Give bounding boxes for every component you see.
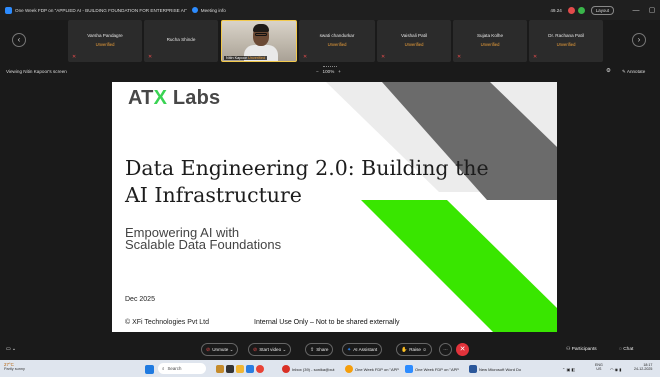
slide-subtitle: Empowering AI with Scalable Data Foundat… xyxy=(125,225,282,252)
toolbar-menu-icon[interactable]: ▭ ⌄ xyxy=(6,347,16,352)
file-explorer-icon xyxy=(236,365,244,373)
participant-name: Dr. Rachana Patil xyxy=(548,33,584,38)
muted-mic-icon: ✕ xyxy=(303,54,308,60)
participant-status: Unverified xyxy=(95,42,115,47)
zoom-logo-icon xyxy=(5,6,12,14)
taskbar-search[interactable]: ⌕ Search xyxy=(158,363,206,374)
ai-assistant-icon: ✦ xyxy=(347,346,352,353)
zoom-level: 100% xyxy=(322,69,335,74)
chat-button[interactable]: ◌ Chat xyxy=(619,347,633,352)
taskbar-app-word[interactable]: New Microsoft Word Do xyxy=(469,364,521,374)
maximize-button[interactable]: ▢ xyxy=(644,6,660,14)
active-speaker-tile[interactable]: Nitin Kapoor Unverified xyxy=(221,20,297,62)
windows-taskbar: 27°C Partly sunny ⌕ Search Inbox (39) - s… xyxy=(0,360,660,377)
start-video-button[interactable]: ⊘ Start video ⌄ xyxy=(248,343,292,356)
title-bar: One Week FDP on "APPLIED AI - BUILDING F… xyxy=(0,0,660,20)
zoom-in-button[interactable]: + xyxy=(338,69,341,74)
participant-tile[interactable]: swati chandurkar Unverified ✕ xyxy=(299,20,375,62)
share-bar: Viewing Nitin Kapoor's screen − 100% + ⚙… xyxy=(0,64,660,82)
active-speaker-label: Nitin Kapoor Unverified xyxy=(224,56,268,60)
view-options-icon[interactable]: ⚙ xyxy=(606,68,611,74)
muted-mic-icon: ✕ xyxy=(148,54,153,60)
participant-strip: ‹ Varsha Pandagre Unverified ✕ Rucha Shi… xyxy=(0,20,660,62)
muted-mic-icon: ✕ xyxy=(72,54,77,60)
participant-status: Unverified xyxy=(556,42,576,47)
participant-status: Unverified xyxy=(480,42,500,47)
share-button[interactable]: ⇪ Share xyxy=(305,343,334,356)
recording-icon xyxy=(567,6,575,14)
unmute-button[interactable]: ⊘ Unmute ⌄ xyxy=(201,343,239,356)
end-call-button[interactable]: ✕ xyxy=(456,343,469,356)
muted-mic-icon: ✕ xyxy=(533,54,538,60)
participant-status: Unverified xyxy=(327,42,347,47)
share-icon: ⇪ xyxy=(310,346,315,353)
weather-widget[interactable]: 27°C Partly sunny xyxy=(4,362,25,372)
participant-name: Varsha Pandagre xyxy=(87,33,123,38)
video-off-icon: ⊘ xyxy=(253,346,258,353)
participant-name: Vaishali Patil xyxy=(401,33,427,38)
raise-hand-button[interactable]: ✋ Raise ☺ xyxy=(396,343,432,356)
more-button[interactable]: ··· xyxy=(439,343,452,356)
task-view-icon xyxy=(226,365,234,373)
slide-headline: Data Engineering 2.0: Building the AI In… xyxy=(125,156,489,207)
language-indicator[interactable]: ENG US xyxy=(595,363,603,373)
strip-prev-button[interactable]: ‹ xyxy=(12,33,26,47)
security-icon[interactable] xyxy=(577,6,585,14)
participants-button[interactable]: ⚇ Participants xyxy=(566,347,597,352)
windows-logo-icon xyxy=(145,364,154,374)
zoom-control[interactable]: − 100% + xyxy=(316,69,341,74)
clock[interactable]: 18:17 24-12-2025 xyxy=(634,363,652,373)
strip-next-button[interactable]: › xyxy=(632,33,646,47)
slide-date: Dec 2025 xyxy=(125,296,155,303)
ai-assistant-button[interactable]: ✦ AI Assistant xyxy=(342,343,383,356)
meeting-info-button[interactable]: Meeting info xyxy=(201,8,226,13)
network-volume-icons[interactable]: ◠ ◉ ▮ xyxy=(610,364,621,374)
participant-name: Sujata Kolhe xyxy=(476,33,504,38)
slide-copyright: © XFi Technologies Pvt Ltd xyxy=(125,319,210,326)
participant-name: swati chandurkar xyxy=(319,33,355,38)
taskbar-pinned-icons[interactable] xyxy=(216,364,266,374)
network-speed: 49.24 xyxy=(550,7,562,13)
participant-name: Rucha Shinde xyxy=(166,37,196,42)
muted-mic-icon: ✕ xyxy=(381,54,386,60)
taskbar-app-gmail[interactable]: Inbox (39) - sonika@xut xyxy=(282,364,335,374)
system-tray-icons[interactable]: ⌃ ▣ ◧ xyxy=(562,364,575,374)
minimize-button[interactable]: — xyxy=(628,7,644,14)
participant-tile[interactable]: Rucha Shinde ✕ xyxy=(144,20,218,62)
hand-icon: ✋ xyxy=(401,346,408,353)
slide-internal-note: Internal Use Only – Not to be shared ext… xyxy=(254,319,400,326)
muted-mic-icon: ✕ xyxy=(457,54,462,60)
meeting-toolbar: ▭ ⌄ ⊘ Unmute ⌄ ⊘ Start video ⌄ ⇪ Share ✦ AI … xyxy=(0,340,660,360)
windows-start-button[interactable] xyxy=(145,364,156,374)
chrome-icon xyxy=(256,365,264,373)
annotate-button[interactable]: ✎ Annotate xyxy=(622,69,645,75)
taskbar-app-fdp-2[interactable]: One Week FDP on "APP xyxy=(405,364,459,374)
participant-tile[interactable]: Varsha Pandagre Unverified ✕ xyxy=(68,20,142,62)
participant-tile[interactable]: Vaishali Patil Unverified ✕ xyxy=(377,20,451,62)
edge-icon xyxy=(246,365,254,373)
zoom-out-button[interactable]: − xyxy=(316,69,319,74)
copilot-icon xyxy=(216,365,224,373)
shared-slide: ATX Labs Data Engineering 2.0: Building … xyxy=(112,82,557,332)
drag-handle[interactable] xyxy=(323,66,337,67)
viewing-label: Viewing Nitin Kapoor's screen xyxy=(6,69,67,74)
muted-mic-icon: ⊘ xyxy=(206,346,211,353)
layout-button[interactable]: Layout xyxy=(590,5,614,15)
participant-status: Unverified xyxy=(404,42,424,47)
participant-tile[interactable]: Sujata Kolhe Unverified ✕ xyxy=(453,20,527,62)
window-title: One Week FDP on "APPLIED AI - BUILDING F… xyxy=(15,7,187,13)
shield-icon[interactable] xyxy=(191,7,198,13)
taskbar-app-fdp-1[interactable]: One Week FDP on "APP xyxy=(345,364,399,374)
participant-tile[interactable]: Dr. Rachana Patil Unverified ✕ xyxy=(529,20,603,62)
search-icon: ⌕ xyxy=(162,366,165,371)
